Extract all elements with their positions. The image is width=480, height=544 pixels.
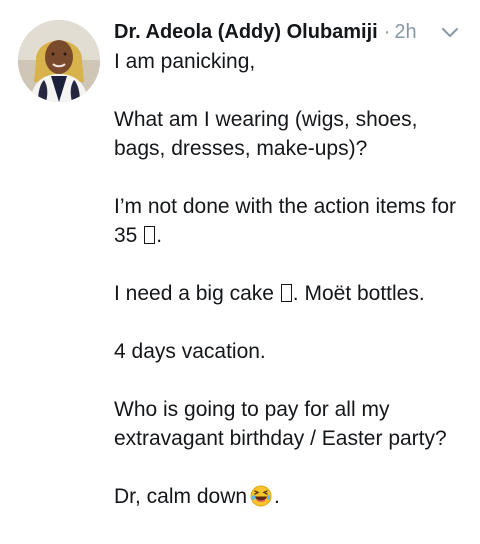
tweet-line: I am panicking, <box>114 50 256 73</box>
tweet-line-end: . <box>274 485 280 508</box>
tweet-line: What am I wearing (wigs, shoes, bags, dr… <box>114 108 418 160</box>
avatar-photo <box>18 20 100 102</box>
tweet-line: I’m not done with the action items for 3… <box>114 195 456 247</box>
chevron-down-icon[interactable] <box>440 22 460 42</box>
tweet-paragraph: What am I wearing (wigs, shoes, bags, dr… <box>114 105 464 163</box>
tweet-line-end: . <box>156 224 163 247</box>
tweet-paragraph: Who is going to pay for all my extravaga… <box>114 395 464 453</box>
tweet-header: Dr. Adeola (Addy) Olubamiji · 2h <box>114 17 417 47</box>
tweet-line: Dr, calm down <box>114 485 248 508</box>
header-separator: · <box>383 20 391 43</box>
tweet-paragraph: I’m not done with the action items for 3… <box>114 192 464 250</box>
missing-glyph-icon <box>280 284 292 302</box>
tweet-paragraph: I need a big cake . Moët bottles. <box>114 279 464 308</box>
tweet-line: Who is going to pay for all my extravaga… <box>114 398 447 450</box>
tweet-paragraph: I am panicking, <box>114 47 464 76</box>
tweet-paragraph: Dr, calm down. <box>114 482 464 515</box>
missing-glyph-icon <box>144 226 156 244</box>
tweet-line-end: . Moët bottles. <box>292 282 425 305</box>
tweet-line: I need a big cake <box>114 282 274 305</box>
tweet-text: I am panicking, What am I wearing (wigs,… <box>114 47 464 544</box>
tweet-paragraph: 4 days vacation. <box>114 337 464 366</box>
tweet: Dr. Adeola (Addy) Olubamiji · 2h I am pa… <box>0 0 480 516</box>
laughing-emoji-icon <box>250 485 272 515</box>
tweet-timestamp[interactable]: 2h <box>394 21 416 44</box>
tweet-line: 4 days vacation. <box>114 340 266 363</box>
author-name[interactable]: Dr. Adeola (Addy) Olubamiji <box>114 21 378 44</box>
avatar[interactable] <box>18 20 100 102</box>
